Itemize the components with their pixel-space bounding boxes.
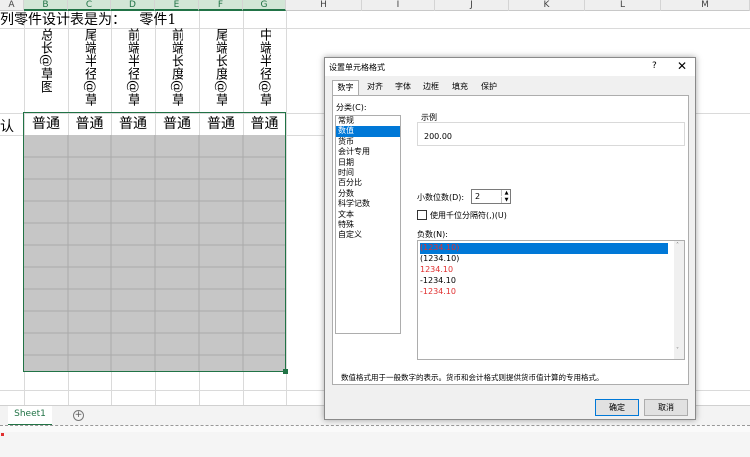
spin-down-icon[interactable]: ▼ [501, 197, 511, 203]
negative-option-text: (1234.10) [420, 254, 460, 263]
example-value: 200.00 [424, 132, 452, 141]
ok-button[interactable]: 确定 [595, 399, 639, 416]
tab-font[interactable]: 字体 [390, 80, 416, 95]
category-item[interactable]: 百分比 [336, 178, 400, 188]
column-header-a[interactable]: A [0, 0, 24, 11]
category-list[interactable]: 常规 数值 货币 会计专用 日期 时间 百分比 分数 科学记数 文本 特殊 自定… [335, 115, 401, 334]
column-header-row: A B C D E F G H I J K L M [0, 0, 750, 11]
format-description: 数值格式用于一般数字的表示。货币和会计格式则提供货币值计算的专用格式。 [341, 373, 604, 382]
column-header-e[interactable]: E [155, 0, 199, 11]
negative-option-text: (1234.10) [420, 243, 460, 252]
header-cell-d[interactable]: 前端半径@草 [126, 28, 139, 112]
negative-option-text: 1234.10 [420, 265, 454, 274]
dialog-title: 设置单元格格式 [329, 63, 385, 72]
column-header-d[interactable]: D [111, 0, 155, 11]
category-item[interactable]: 时间 [336, 168, 400, 178]
close-icon[interactable]: ✕ [677, 59, 687, 73]
status-bar [0, 432, 750, 457]
category-item[interactable]: 会计专用 [336, 147, 400, 157]
gridline [286, 11, 287, 405]
negative-option[interactable]: 1234.10 [420, 265, 668, 276]
negative-list-scrollbar[interactable]: ˄ ˅ [674, 241, 684, 359]
column-header-k[interactable]: K [509, 0, 585, 11]
tab-alignment[interactable]: 对齐 [362, 80, 388, 95]
dialog-titlebar[interactable]: 设置单元格格式 ? ✕ [325, 58, 695, 76]
category-item[interactable]: 日期 [336, 158, 400, 168]
decimal-places-value: 2 [475, 192, 481, 201]
column-header-f[interactable]: F [199, 0, 243, 11]
cancel-button[interactable]: 取消 [644, 399, 688, 416]
row-label-cell[interactable]: 认 [0, 116, 14, 136]
negative-option[interactable]: (1234.10) [420, 254, 668, 265]
header-cell-b[interactable]: 总长@草图 [39, 28, 52, 112]
example-group: 示例 200.00 [417, 113, 685, 146]
tab-border[interactable]: 边框 [418, 80, 444, 95]
column-header-b[interactable]: B [24, 0, 68, 11]
header-cell-c[interactable]: 尾端半径@草 [83, 28, 96, 112]
tab-number[interactable]: 数字 [332, 80, 359, 96]
category-item[interactable]: 文本 [336, 210, 400, 220]
category-item[interactable]: 自定义 [336, 230, 400, 240]
column-header-m[interactable]: M [661, 0, 750, 11]
column-header-c[interactable]: C [68, 0, 111, 11]
sheet-title-cell[interactable]: 列零件设计表是为： 零件1 [0, 11, 176, 29]
category-item[interactable]: 货币 [336, 137, 400, 147]
help-icon[interactable]: ? [652, 61, 657, 71]
category-label: 分类(C): [336, 103, 367, 112]
category-item[interactable]: 科学记数 [336, 199, 400, 209]
format-cells-dialog: 设置单元格格式 ? ✕ 数字 对齐 字体 边框 填充 保护 分类(C): 常规 … [324, 57, 696, 420]
decimal-places-label: 小数位数(D): [417, 193, 465, 202]
header-cell-g[interactable]: 中端半径@草 [258, 28, 271, 112]
sheet-tab-sheet1[interactable]: Sheet1 [8, 406, 52, 426]
thousands-separator-label[interactable]: 使用千位分隔符(,)(U) [430, 210, 507, 221]
header-cell-f[interactable]: 尾端长度@草 [214, 28, 227, 112]
thousands-separator-checkbox[interactable] [417, 210, 427, 220]
negative-option[interactable]: -1234.10 [420, 276, 668, 287]
category-item[interactable]: 常规 [336, 116, 400, 126]
negative-option-text: -1234.10 [420, 276, 456, 285]
column-header-g[interactable]: G [243, 0, 286, 11]
fill-handle[interactable] [283, 369, 288, 374]
example-label: 示例 [421, 113, 437, 122]
column-header-h[interactable]: H [286, 0, 362, 11]
scroll-down-icon[interactable]: ˅ [676, 347, 679, 354]
negative-option[interactable]: -1234.10 [420, 287, 668, 298]
tab-protection[interactable]: 保护 [476, 80, 502, 95]
decimal-places-stepper[interactable]: 2 ▲ ▼ [471, 189, 511, 204]
header-cell-e[interactable]: 前端长度@草 [170, 28, 183, 112]
scroll-up-icon[interactable]: ˄ [676, 242, 679, 249]
negative-numbers-list[interactable]: (1234.10) (1234.10) 1234.10 -1234.10 -12… [417, 240, 685, 360]
column-header-l[interactable]: L [585, 0, 661, 11]
negative-option-text: -1234.10 [420, 287, 456, 296]
number-tab-panel: 分类(C): 常规 数值 货币 会计专用 日期 时间 百分比 分数 科学记数 文… [332, 95, 689, 385]
category-item[interactable]: 分数 [336, 189, 400, 199]
category-item-selected[interactable]: 数值 [336, 126, 400, 137]
negative-numbers-label: 负数(N): [417, 230, 448, 239]
column-header-j[interactable]: J [435, 0, 509, 11]
column-header-i[interactable]: I [362, 0, 435, 11]
add-sheet-icon[interactable]: + [73, 410, 84, 421]
tab-fill[interactable]: 填充 [447, 80, 473, 95]
negative-option-selected[interactable]: (1234.10) [420, 243, 668, 254]
category-item[interactable]: 特殊 [336, 220, 400, 230]
status-indicator-icon [1, 433, 4, 436]
selection-border [23, 112, 286, 372]
spin-up-icon[interactable]: ▲ [501, 190, 511, 196]
